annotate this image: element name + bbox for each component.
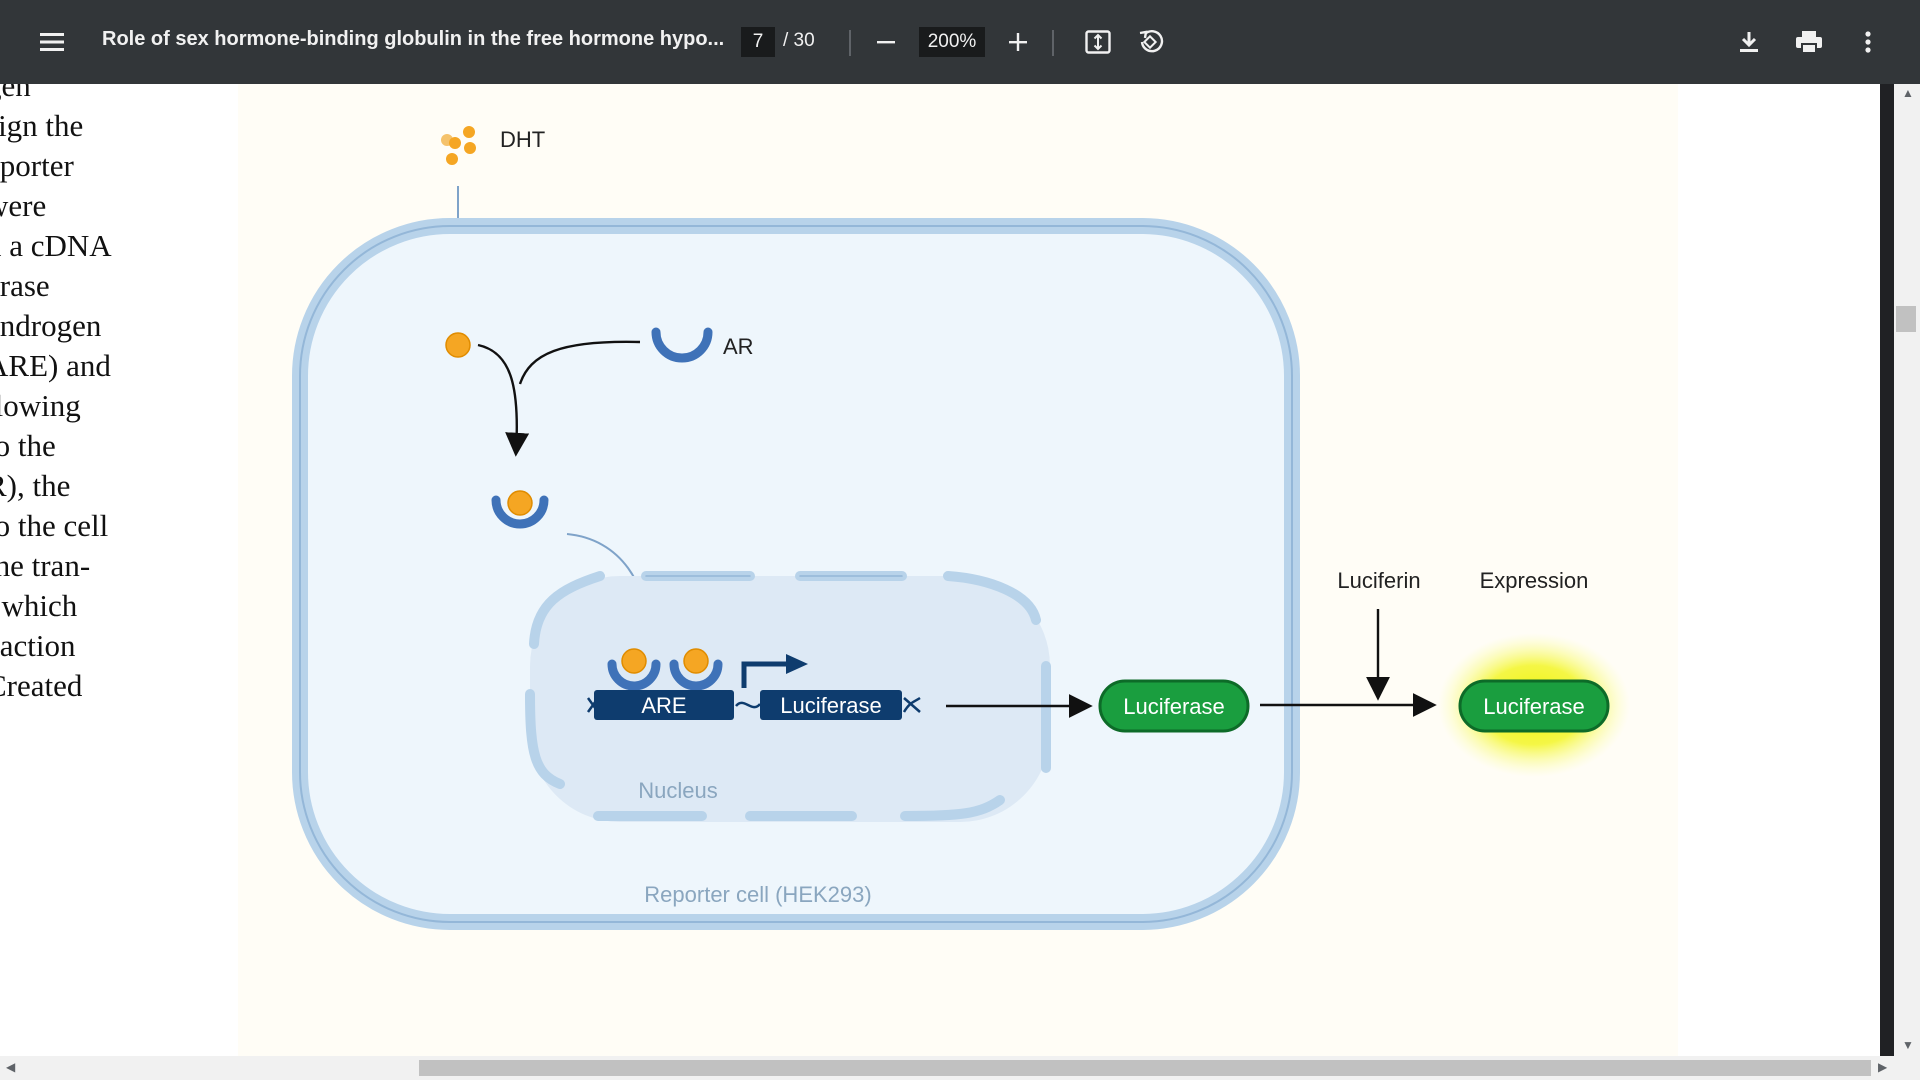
are-bound-dht — [621, 648, 647, 674]
rotate-icon[interactable] — [1133, 24, 1169, 60]
pdf-toolbar: Role of sex hormone-binding globulin in … — [0, 0, 1920, 84]
dht-molecule — [445, 332, 471, 358]
zoom-in-icon[interactable] — [1002, 26, 1034, 58]
expression-label: Expression — [1480, 568, 1589, 593]
scroll-down-icon[interactable]: ▼ — [1902, 1038, 1914, 1052]
dht-bound-molecule — [507, 490, 533, 516]
horizontal-scrollbar[interactable]: ◀ ▶ — [0, 1056, 1920, 1080]
print-icon[interactable] — [1790, 24, 1828, 60]
zoom-out-icon[interactable] — [870, 26, 902, 58]
are-label: ARE — [641, 693, 686, 718]
document-title: Role of sex hormone-binding globulin in … — [102, 28, 725, 50]
scroll-left-icon[interactable]: ◀ — [6, 1060, 15, 1074]
document-viewer[interactable]: gen sign the eporter were n a cDNA erase… — [0, 84, 1880, 1056]
toolbar-divider — [1052, 30, 1054, 56]
luminescent-luciferase-label: Luciferase — [1483, 694, 1585, 719]
zoom-level-input[interactable]: 200% — [919, 27, 985, 57]
fit-page-icon[interactable] — [1080, 24, 1116, 60]
page-number-input[interactable]: 7 — [741, 27, 775, 57]
scrollbar-edge — [1880, 84, 1894, 1056]
scroll-up-icon[interactable]: ▲ — [1902, 86, 1914, 100]
download-icon[interactable] — [1731, 24, 1767, 60]
nucleus-label: Nucleus — [638, 778, 717, 803]
luciferase-gene-label: Luciferase — [780, 693, 882, 718]
page-total: / 30 — [783, 30, 815, 51]
horizontal-scroll-thumb[interactable] — [419, 1060, 1871, 1076]
vertical-scrollbar[interactable]: ▲ ▼ — [1880, 84, 1920, 1056]
menu-icon[interactable] — [34, 22, 70, 62]
more-options-icon[interactable] — [1850, 24, 1886, 60]
dht-label: DHT — [500, 127, 545, 152]
dht-molecules-icon — [441, 126, 476, 165]
luciferin-label: Luciferin — [1337, 568, 1420, 593]
androgen-reporter-diagram: DHT Reporter cell (HEK293) AR Nucleus AR… — [292, 126, 1630, 930]
toolbar-divider — [849, 30, 851, 56]
luciferase-protein-label: Luciferase — [1123, 694, 1225, 719]
ar-label: AR — [723, 334, 754, 359]
reporter-cell-label: Reporter cell (HEK293) — [644, 882, 871, 907]
vertical-scroll-thumb[interactable] — [1896, 306, 1916, 332]
are-bound-dht — [683, 648, 709, 674]
scroll-right-icon[interactable]: ▶ — [1878, 1060, 1887, 1074]
